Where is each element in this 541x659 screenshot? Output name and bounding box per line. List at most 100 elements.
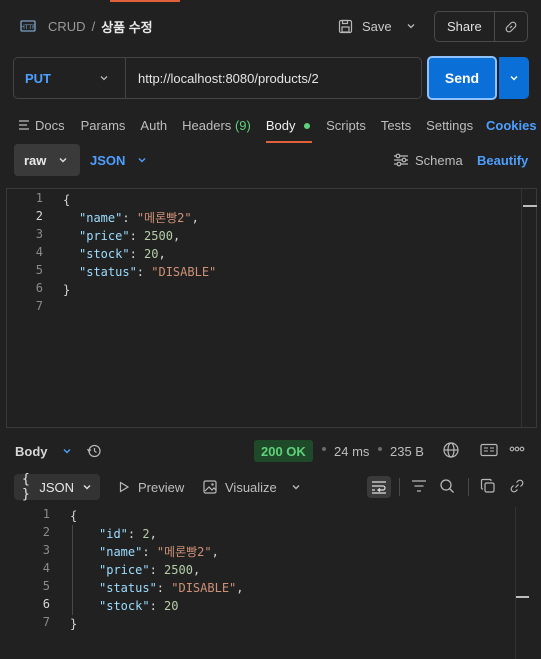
tab-settings[interactable]: Settings [426, 118, 473, 133]
schema-button[interactable]: Schema [393, 151, 463, 169]
line-number: 6 [42, 597, 50, 611]
code-line: "status": "DISABLE" [79, 265, 217, 279]
copy-icon[interactable] [480, 478, 496, 494]
status-badge[interactable]: 200 OK [254, 440, 313, 462]
more-options-icon[interactable] [509, 446, 525, 452]
chevron-down-icon [58, 155, 68, 165]
visualize-label: Visualize [225, 479, 277, 495]
code-line: "stock": 20, [79, 247, 166, 261]
body-mode-select[interactable]: raw [14, 144, 80, 176]
braces-icon: { } [22, 472, 30, 502]
play-icon [118, 481, 130, 493]
response-label: Body [15, 443, 48, 459]
preview-button[interactable]: Preview [118, 479, 184, 495]
cookies-link[interactable]: Cookies [486, 118, 537, 133]
body-mode-value: raw [24, 152, 47, 168]
search-icon[interactable] [439, 478, 455, 494]
tab-auth[interactable]: Auth [140, 118, 167, 133]
line-number: 5 [35, 263, 43, 277]
history-icon[interactable] [86, 443, 102, 459]
line-number: 7 [35, 299, 43, 313]
link-icon[interactable] [509, 478, 525, 494]
method-value: PUT [25, 70, 51, 86]
beautify-button[interactable]: Beautify [477, 153, 528, 168]
response-body-viewer[interactable]: 1 2 3 4 5 6 7 { "id": 2, "name": "메론빵2",… [0, 507, 541, 659]
schema-label: Schema [415, 152, 463, 168]
code-brace-close: } [63, 283, 71, 297]
save-button[interactable]: Save [336, 12, 420, 40]
tab-scripts[interactable]: Scripts [326, 118, 366, 133]
image-icon [203, 480, 217, 494]
tab-docs[interactable]: Docs [35, 118, 65, 133]
chevron-down-icon[interactable] [406, 21, 416, 31]
chevron-down-icon [62, 446, 72, 456]
request-body-editor[interactable]: 1 2 3 4 5 6 7 { "name": "메론빵2", "price":… [6, 188, 537, 428]
url-input[interactable]: http://localhost:8080/products/2 [138, 71, 319, 86]
body-modified-dot [304, 123, 311, 130]
wrap-lines-button[interactable] [367, 476, 391, 498]
visualize-button[interactable]: Visualize [203, 479, 301, 495]
docs-icon [18, 119, 30, 131]
response-size[interactable]: 235 B [390, 444, 424, 459]
code-brace-close: } [70, 617, 78, 631]
preview-label: Preview [138, 479, 185, 495]
breadcrumb-separator: / [91, 18, 96, 34]
line-number: 3 [42, 543, 50, 557]
scrollbar-marker[interactable] [523, 205, 537, 207]
request-name[interactable]: 상품 수정 [101, 17, 152, 36]
schema-icon [393, 153, 409, 167]
save-label: Save [362, 18, 392, 34]
tab-body-label: Body [265, 117, 296, 133]
breadcrumb: HTTP CRUD / 상품 수정 [18, 14, 152, 38]
tab-tests[interactable]: Tests [381, 118, 411, 133]
code-line: "price": 2500, [99, 563, 201, 577]
code-line: "price": 2500, [79, 229, 181, 243]
tab-params[interactable]: Params [81, 118, 126, 133]
save-response-icon[interactable] [480, 443, 498, 457]
filter-icon[interactable] [411, 479, 427, 493]
scrollbar-marker[interactable] [516, 596, 529, 598]
share-button[interactable]: Share [435, 19, 494, 34]
indent-guide [72, 525, 73, 615]
tab-body-underline [265, 140, 313, 143]
code-brace-open: { [63, 193, 71, 207]
chevron-down-icon [137, 155, 147, 165]
code-brace-open: { [70, 509, 78, 523]
chevron-down-icon [509, 73, 519, 83]
response-format-select[interactable]: { } JSON [14, 472, 100, 502]
http-request-icon: HTTP [18, 16, 38, 36]
request-tabs: Docs Params Auth Headers (9) Body Script… [18, 115, 488, 143]
body-format-value: JSON [90, 152, 126, 168]
svg-text:HTTP: HTTP [20, 24, 36, 31]
method-select[interactable]: PUT [14, 58, 126, 98]
send-options-button[interactable] [499, 57, 529, 99]
headers-count: (9) [234, 117, 251, 133]
chevron-down-icon [82, 482, 92, 492]
breadcrumb-collection[interactable]: CRUD [48, 19, 86, 34]
chevron-down-icon [99, 73, 109, 83]
line-number: 1 [42, 507, 50, 521]
response-format-value: JSON [39, 479, 74, 495]
send-button[interactable]: Send [427, 56, 497, 100]
response-body-select[interactable]: Body [15, 442, 102, 460]
line-number: 2 [42, 525, 50, 539]
wrap-icon [371, 480, 387, 494]
share-button-group: Share [434, 11, 528, 42]
body-format-select[interactable]: JSON [90, 152, 147, 168]
copy-link-icon[interactable] [495, 20, 527, 34]
response-time[interactable]: 24 ms [334, 444, 369, 459]
tab-headers[interactable]: Headers (9) [182, 118, 251, 133]
line-number: 2 [35, 209, 43, 223]
response-body-code: 1 2 3 4 5 6 7 { "id": 2, "name": "메론빵2",… [0, 507, 541, 659]
tab-body[interactable]: Body [265, 117, 313, 143]
send-button-group: Send [427, 56, 529, 100]
line-number: 6 [35, 281, 43, 295]
line-number: 3 [35, 227, 43, 241]
globe-icon[interactable] [442, 441, 460, 459]
line-number: 4 [35, 245, 43, 259]
line-number: 1 [35, 191, 43, 205]
chevron-down-icon[interactable] [291, 482, 301, 492]
url-bar: PUT http://localhost:8080/products/2 [13, 57, 422, 99]
line-number: 4 [42, 561, 50, 575]
save-icon [336, 19, 354, 34]
